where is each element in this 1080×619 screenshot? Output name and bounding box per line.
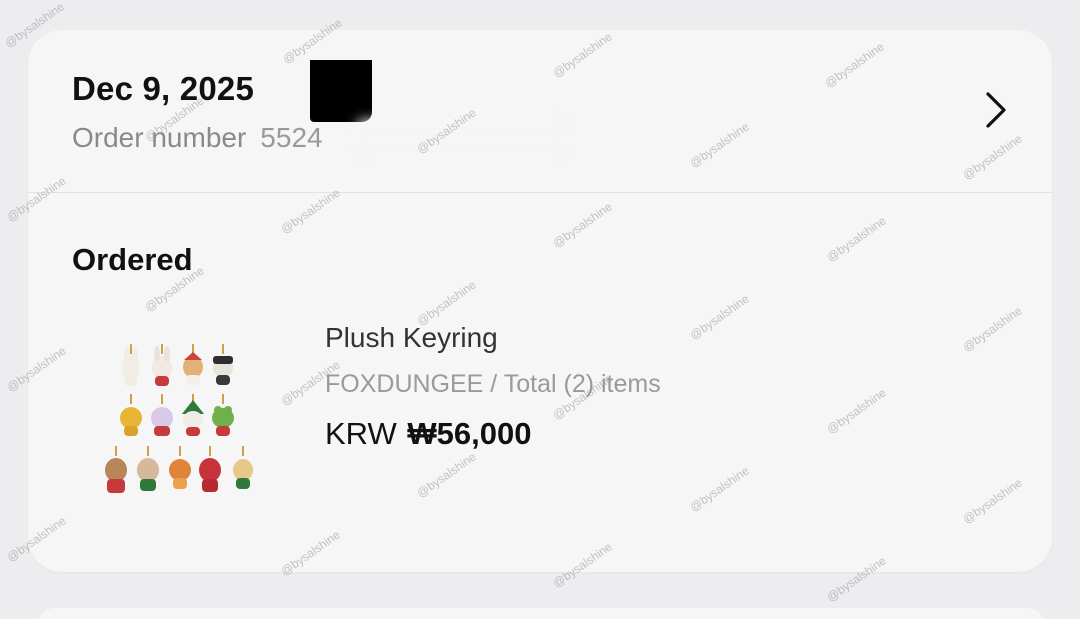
product-meta: FOXDUNGEE / Total (2) items: [325, 370, 661, 398]
product-image[interactable]: [96, 342, 272, 508]
order-date: Dec 9, 2025: [72, 70, 255, 107]
order-number-value: 5524: [260, 122, 323, 153]
next-order-card[interactable]: [36, 608, 1046, 619]
price-amount: ₩56,000: [407, 416, 532, 451]
product-price: KRW ₩56,000: [325, 416, 531, 452]
order-card: Dec 9, 2025 Order number 5524 Ordered Pl…: [28, 30, 1052, 572]
order-number-label: Order number: [72, 122, 247, 153]
price-currency: KRW: [325, 416, 397, 451]
order-number-row: Order number 5524: [72, 122, 323, 154]
redaction-mark: [310, 60, 372, 122]
chevron-right-icon[interactable]: [978, 90, 1012, 130]
section-title: Ordered: [72, 242, 193, 277]
product-name[interactable]: Plush Keyring: [325, 322, 498, 354]
order-header[interactable]: Dec 9, 2025 Order number 5524: [28, 30, 1052, 192]
divider: [28, 192, 1052, 193]
keyring-figure: [122, 344, 140, 386]
redaction-blur: [358, 120, 568, 154]
